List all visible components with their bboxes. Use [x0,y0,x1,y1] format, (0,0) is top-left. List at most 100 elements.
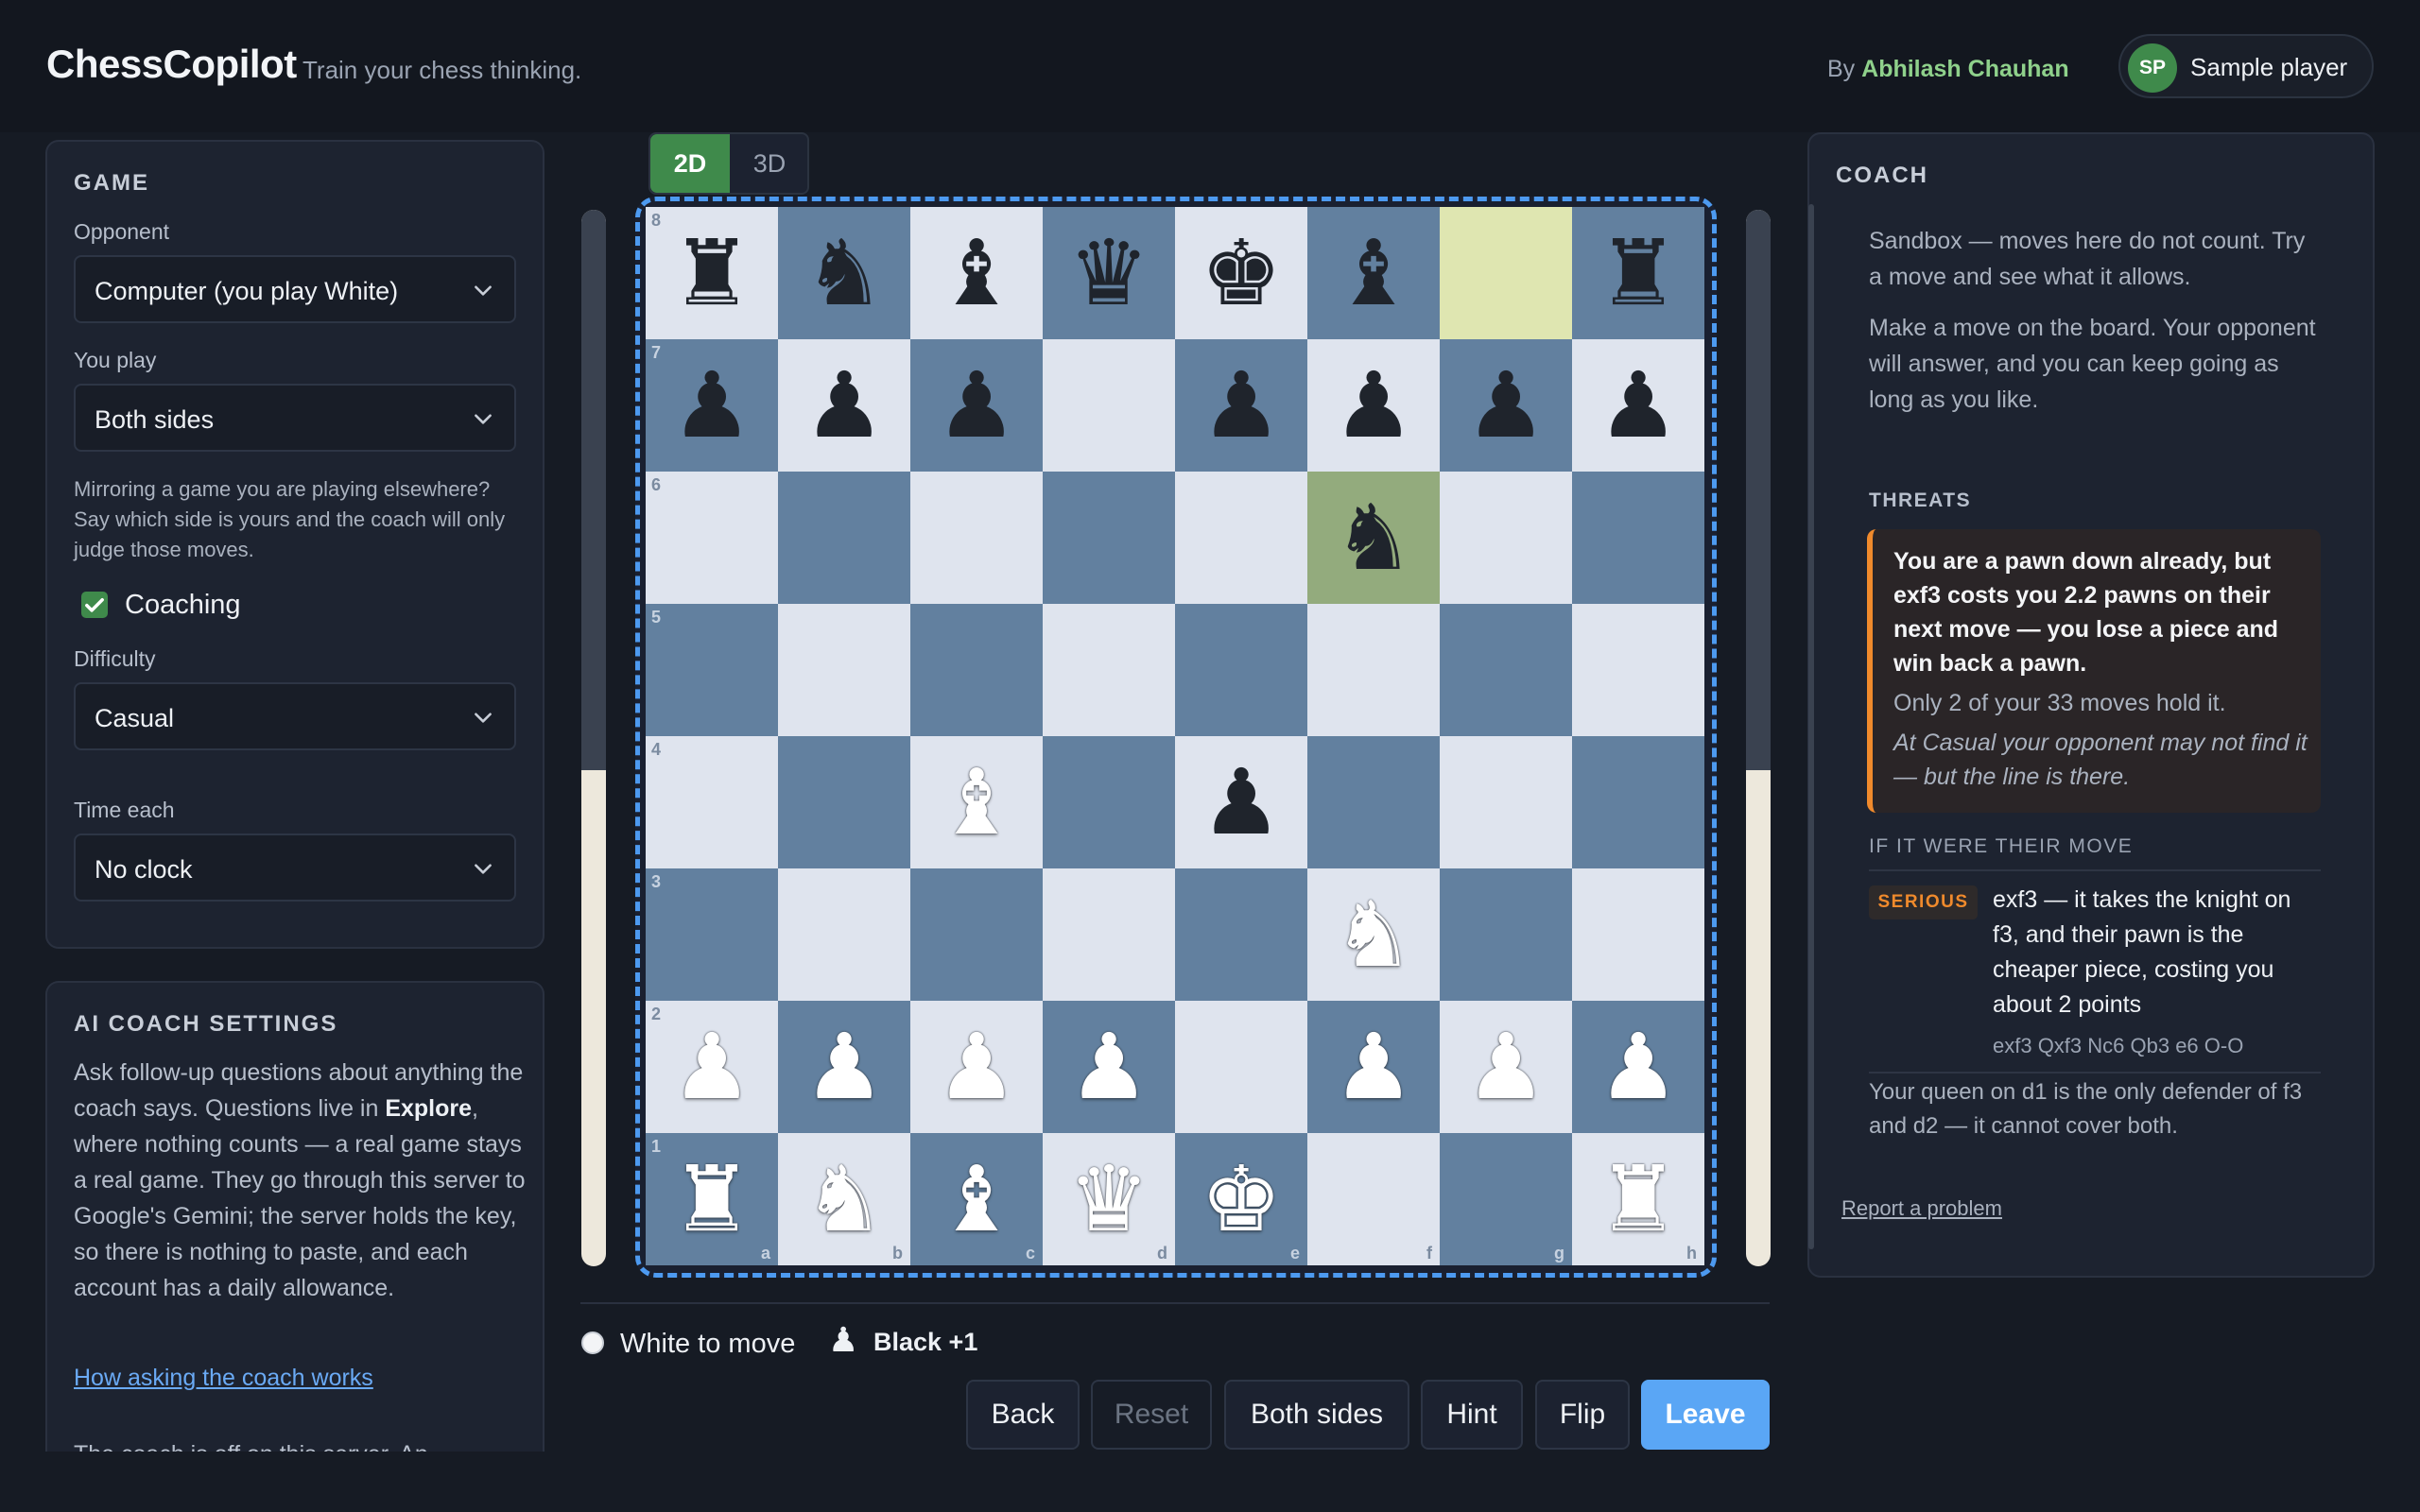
square-g6[interactable] [1440,472,1572,604]
square-e4[interactable]: ♟ [1175,736,1307,868]
flip-button[interactable]: Flip [1535,1380,1630,1450]
square-c8[interactable]: ♝ [910,207,1043,339]
square-f1[interactable]: f [1307,1133,1440,1265]
square-a1[interactable]: 1 a ♜ [646,1133,778,1265]
white-rook-icon[interactable]: ♜ [1598,1154,1679,1245]
square-g3[interactable] [1440,868,1572,1001]
square-a8[interactable]: 8 ♜ [646,207,778,339]
square-c3[interactable] [910,868,1043,1001]
square-b4[interactable] [778,736,910,868]
black-rook-icon[interactable]: ♜ [671,228,752,318]
square-f6[interactable]: ♞ [1307,472,1440,604]
square-e7[interactable]: ♟ [1175,339,1307,472]
square-d8[interactable]: ♛ [1043,207,1175,339]
square-b6[interactable] [778,472,910,604]
square-h2[interactable]: ♟ [1572,1001,1704,1133]
square-b1[interactable]: b ♞ [778,1133,910,1265]
square-a5[interactable]: 5 [646,604,778,736]
square-g5[interactable] [1440,604,1572,736]
square-a2[interactable]: 2 ♟ [646,1001,778,1133]
white-pawn-icon[interactable]: ♟ [1598,1022,1679,1112]
square-e1[interactable]: e ♚ [1175,1133,1307,1265]
coaching-checkbox[interactable] [81,592,108,618]
time-select[interactable]: No clock [74,833,516,902]
view-3d-button[interactable]: 3D [730,134,809,193]
square-a7[interactable]: 7 ♟ [646,339,778,472]
black-pawn-icon[interactable]: ♟ [936,360,1017,451]
how-asking-works-link[interactable]: How asking the coach works [74,1365,373,1392]
square-g4[interactable] [1440,736,1572,868]
square-g8[interactable] [1440,207,1572,339]
black-pawn-icon[interactable]: ♟ [1201,360,1282,451]
white-pawn-icon[interactable]: ♟ [1333,1022,1414,1112]
you-play-select[interactable]: Both sides [74,384,516,452]
black-pawn-icon[interactable]: ♟ [1333,360,1414,451]
white-king-icon[interactable]: ♚ [1201,1154,1282,1245]
square-f7[interactable]: ♟ [1307,339,1440,472]
white-bishop-icon[interactable]: ♝ [936,1154,1017,1245]
square-d6[interactable] [1043,472,1175,604]
square-e5[interactable] [1175,604,1307,736]
square-h7[interactable]: ♟ [1572,339,1704,472]
square-e3[interactable] [1175,868,1307,1001]
view-2d-button[interactable]: 2D [650,134,730,193]
white-pawn-icon[interactable]: ♟ [671,1022,752,1112]
square-e8[interactable]: ♚ [1175,207,1307,339]
white-queen-icon[interactable]: ♛ [1068,1154,1150,1245]
chess-board[interactable]: 8 ♜ ♞ ♝ ♛ ♚ ♝ ♜ 7 ♟ ♟ ♟ ♟ ♟ ♟ ♟ 6 ♞ 5 4 ♝ ♟ 3 ♞ 2 ♟ ♟ ♟ ♟ ♟ ♟ ♟ 1 a ♜ b ♞ c ♝ d… [646,207,1704,1265]
square-g1[interactable]: g [1440,1133,1572,1265]
white-knight-icon[interactable]: ♞ [804,1154,885,1245]
square-h6[interactable] [1572,472,1704,604]
white-knight-icon[interactable]: ♞ [1333,889,1414,980]
brand-logo[interactable]: ChessCopilot [46,42,297,87]
square-e6[interactable] [1175,472,1307,604]
coach-scroll-track[interactable] [1808,204,1814,1249]
black-knight-icon[interactable]: ♞ [804,228,885,318]
square-a6[interactable]: 6 [646,472,778,604]
reset-button[interactable]: Reset [1091,1380,1212,1450]
black-rook-icon[interactable]: ♜ [1598,228,1679,318]
white-rook-icon[interactable]: ♜ [671,1154,752,1245]
square-b3[interactable] [778,868,910,1001]
square-h4[interactable] [1572,736,1704,868]
square-a4[interactable]: 4 [646,736,778,868]
square-f2[interactable]: ♟ [1307,1001,1440,1133]
square-c6[interactable] [910,472,1043,604]
coaching-label[interactable]: Coaching [125,590,241,621]
black-queen-icon[interactable]: ♛ [1068,228,1150,318]
square-d7[interactable] [1043,339,1175,472]
square-b8[interactable]: ♞ [778,207,910,339]
square-c1[interactable]: c ♝ [910,1133,1043,1265]
threat-line[interactable]: exf3 Qxf3 Nc6 Qb3 e6 O-O [1993,1034,2243,1058]
square-c7[interactable]: ♟ [910,339,1043,472]
square-b7[interactable]: ♟ [778,339,910,472]
white-pawn-icon[interactable]: ♟ [1068,1022,1150,1112]
black-pawn-icon[interactable]: ♟ [1465,360,1547,451]
black-knight-icon[interactable]: ♞ [1333,492,1414,583]
back-button[interactable]: Back [966,1380,1080,1450]
black-king-icon[interactable]: ♚ [1201,228,1282,318]
square-c2[interactable]: ♟ [910,1001,1043,1133]
black-pawn-icon[interactable]: ♟ [1201,757,1282,848]
square-b2[interactable]: ♟ [778,1001,910,1133]
leave-button[interactable]: Leave [1641,1380,1770,1450]
square-h1[interactable]: h ♜ [1572,1133,1704,1265]
black-pawn-icon[interactable]: ♟ [804,360,885,451]
square-f8[interactable]: ♝ [1307,207,1440,339]
opponent-select[interactable]: Computer (you play White) [74,255,516,323]
square-b5[interactable] [778,604,910,736]
white-pawn-icon[interactable]: ♟ [1465,1022,1547,1112]
square-d1[interactable]: d ♛ [1043,1133,1175,1265]
square-d5[interactable] [1043,604,1175,736]
square-g7[interactable]: ♟ [1440,339,1572,472]
square-e2[interactable] [1175,1001,1307,1133]
white-pawn-icon[interactable]: ♟ [936,1022,1017,1112]
square-h3[interactable] [1572,868,1704,1001]
black-pawn-icon[interactable]: ♟ [1598,360,1679,451]
user-menu-button[interactable]: SP Sample player [2118,34,2374,98]
square-d4[interactable] [1043,736,1175,868]
black-bishop-icon[interactable]: ♝ [1333,228,1414,318]
hint-button[interactable]: Hint [1421,1380,1523,1450]
square-g2[interactable]: ♟ [1440,1001,1572,1133]
square-f4[interactable] [1307,736,1440,868]
